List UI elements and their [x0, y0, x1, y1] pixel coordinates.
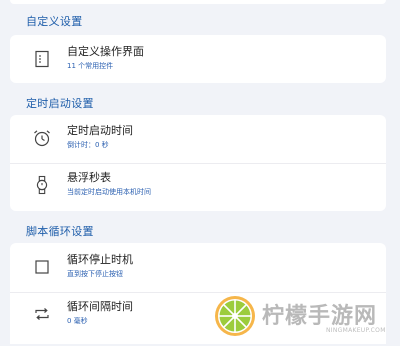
- custom-settings-card: 自定义操作界面 11 个常用控件: [10, 35, 386, 83]
- row-title: 悬浮秒表: [67, 171, 111, 184]
- section-title-loop: 脚本循环设置: [26, 225, 94, 238]
- row-loop-stop[interactable]: 循环停止时机 直到按下停止按钮: [10, 240, 386, 294]
- previous-card-edge: [10, 0, 386, 4]
- alarm-clock-icon: [32, 128, 52, 148]
- watermark-domain: NINGMAKEUP.COM: [326, 327, 386, 334]
- watch-icon: [32, 175, 52, 195]
- row-subtitle: 0 毫秒: [67, 317, 88, 325]
- section-title-custom: 自定义设置: [26, 15, 83, 28]
- row-title: 自定义操作界面: [67, 45, 144, 58]
- timer-settings-card: 定时启动时间 倒计时：0 秒 悬浮秒表 当前定时启动使用本机时间: [10, 115, 386, 211]
- row-subtitle: 倒计时：0 秒: [67, 141, 109, 149]
- row-title: 循环间隔时间: [67, 300, 133, 313]
- row-floating-stopwatch[interactable]: 悬浮秒表 当前定时启动使用本机时间: [10, 163, 386, 217]
- row-subtitle: 当前定时启动使用本机时间: [67, 188, 151, 196]
- repeat-icon: [32, 304, 52, 324]
- row-subtitle: 11 个常用控件: [67, 62, 114, 70]
- row-title: 循环停止时机: [67, 253, 133, 266]
- row-timer-start[interactable]: 定时启动时间 倒计时：0 秒: [10, 111, 386, 165]
- watermark-brand: 柠檬手游网: [262, 304, 378, 329]
- watermark: 柠檬手游网 NINGMAKEUP.COM: [210, 293, 390, 339]
- stop-square-icon: [32, 257, 52, 277]
- list-icon: [32, 49, 52, 69]
- lemon-logo-icon: [213, 294, 257, 338]
- section-title-timer: 定时启动设置: [26, 97, 94, 110]
- row-title: 定时启动时间: [67, 124, 133, 137]
- row-subtitle: 直到按下停止按钮: [67, 270, 123, 278]
- row-custom-ui[interactable]: 自定义操作界面 11 个常用控件: [10, 32, 386, 86]
